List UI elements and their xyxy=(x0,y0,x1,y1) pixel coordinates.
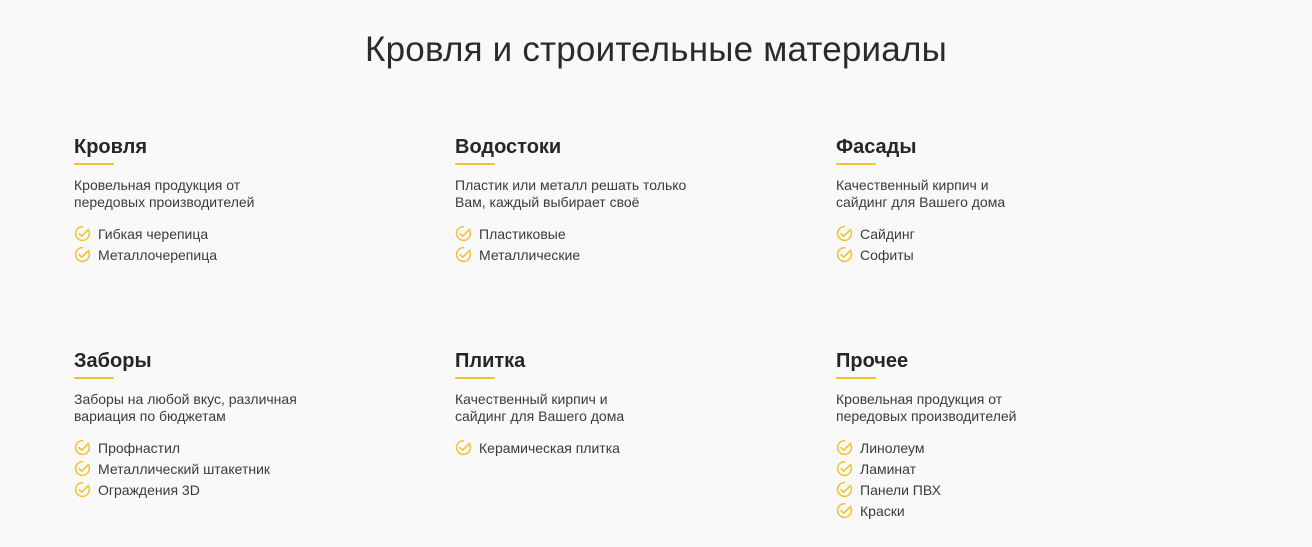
category-underline xyxy=(74,377,114,379)
category-title-link[interactable]: Фасады xyxy=(836,135,916,165)
category-description-line: Вам, каждый выбирает своё xyxy=(455,193,640,210)
category-item-link[interactable]: Керамическая плитка xyxy=(455,437,755,458)
check-circle-icon xyxy=(74,439,91,456)
check-circle-icon xyxy=(836,460,853,477)
category-items-list: Пластиковые Металлические xyxy=(455,223,755,265)
category-item-label: Профнастил xyxy=(98,439,181,456)
category-title-link[interactable]: Плитка xyxy=(455,349,525,379)
category-items-list: Линолеум Ламинат Панели ПВХ Краски xyxy=(836,437,1136,521)
category-underline xyxy=(455,377,495,379)
category-item-link[interactable]: Ламинат xyxy=(836,458,1136,479)
category-item-label: Керамическая плитка xyxy=(479,439,620,456)
category-description: Кровельная продукция от передовых произв… xyxy=(74,177,314,210)
category-underline xyxy=(836,377,876,379)
category-description-line: Кровельная продукция от xyxy=(74,177,241,193)
check-circle-icon xyxy=(836,439,853,456)
category-item-label: Линолеум xyxy=(860,439,925,456)
page-title: Кровля и строительные материалы xyxy=(365,30,947,69)
check-circle-icon xyxy=(836,502,853,519)
category-other: Прочее Кровельная продукция от передовых… xyxy=(836,349,1136,521)
category-title-link[interactable]: Прочее xyxy=(836,349,908,379)
category-title-text: Водостоки xyxy=(455,136,562,158)
category-title-text: Фасады xyxy=(836,136,917,158)
check-circle-icon xyxy=(74,481,91,498)
category-description: Заборы на любой вкус, различная вариация… xyxy=(74,391,314,424)
category-item-link[interactable]: Панели ПВХ xyxy=(836,479,1136,500)
category-item-label: Панели ПВХ xyxy=(860,481,941,498)
check-circle-icon xyxy=(74,460,91,477)
category-item-label: Софиты xyxy=(860,246,914,263)
check-circle-icon xyxy=(836,481,853,498)
category-description-line: Кровельная продукция от xyxy=(836,391,1003,407)
category-item-label: Ограждения 3D xyxy=(98,481,200,498)
category-items-list: Керамическая плитка xyxy=(455,437,755,458)
category-description-line: Качественный кирпич и xyxy=(455,391,608,407)
category-facades: Фасады Качественный кирпич и сайдинг для… xyxy=(836,135,1136,265)
category-description-line: Пластик или металл решать только xyxy=(455,177,687,193)
category-item-label: Гибкая черепица xyxy=(98,225,209,242)
category-roofing: Кровля Кровельная продукция от передовых… xyxy=(74,135,374,265)
category-description-line: сайдинг для Вашего дома xyxy=(455,407,625,424)
category-description: Кровельная продукция от передовых произв… xyxy=(836,391,1076,424)
category-item-label: Металлочерепица xyxy=(98,246,218,263)
category-title-link[interactable]: Водостоки xyxy=(455,135,561,165)
category-item-link[interactable]: Пластиковые xyxy=(455,223,755,244)
category-item-link[interactable]: Краски xyxy=(836,500,1136,521)
category-item-link[interactable]: Линолеум xyxy=(836,437,1136,458)
category-item-label: Ламинат xyxy=(860,460,917,477)
category-title-text: Плитка xyxy=(455,350,526,372)
check-circle-icon xyxy=(455,439,472,456)
category-item-label: Сайдинг xyxy=(860,225,915,242)
category-item-link[interactable]: Ограждения 3D xyxy=(74,479,374,500)
check-circle-icon xyxy=(74,246,91,263)
category-item-link[interactable]: Софиты xyxy=(836,244,1136,265)
category-description: Качественный кирпич и сайдинг для Вашего… xyxy=(836,177,1076,210)
category-description-line: сайдинг для Вашего дома xyxy=(836,193,1006,210)
category-description: Пластик или металл решать только Вам, ка… xyxy=(455,177,695,210)
category-description-line: передовых производителей xyxy=(836,407,1017,424)
category-underline xyxy=(836,163,876,165)
category-title-link[interactable]: Кровля xyxy=(74,135,147,165)
category-title-link[interactable]: Заборы xyxy=(74,349,152,379)
category-item-link[interactable]: Металлические xyxy=(455,244,755,265)
check-circle-icon xyxy=(836,246,853,263)
check-circle-icon xyxy=(455,225,472,242)
category-gutters: Водостоки Пластик или металл решать толь… xyxy=(455,135,755,265)
category-item-label: Пластиковые xyxy=(479,225,566,242)
category-item-label: Краски xyxy=(860,502,905,519)
category-description-line: передовых производителей xyxy=(74,193,255,210)
category-item-label: Металлический штакетник xyxy=(98,460,271,477)
category-item-link[interactable]: Металлический штакетник xyxy=(74,458,374,479)
category-items-list: Профнастил Металлический штакетник Ограж… xyxy=(74,437,374,500)
category-description: Качественный кирпич и сайдинг для Вашего… xyxy=(455,391,695,424)
category-description-line: Заборы на любой вкус, различная xyxy=(74,391,297,407)
category-title-text: Заборы xyxy=(74,350,152,372)
category-tiles: Плитка Качественный кирпич и сайдинг для… xyxy=(455,349,755,458)
category-underline xyxy=(74,163,114,165)
category-underline xyxy=(455,163,495,165)
category-description-line: Качественный кирпич и xyxy=(836,177,989,193)
category-item-label: Металлические xyxy=(479,246,581,263)
category-description-line: вариация по бюджетам xyxy=(74,407,226,424)
category-fences: Заборы Заборы на любой вкус, различная в… xyxy=(74,349,374,500)
check-circle-icon xyxy=(455,246,472,263)
check-circle-icon xyxy=(836,225,853,242)
category-item-link[interactable]: Металлочерепица xyxy=(74,244,374,265)
category-item-link[interactable]: Сайдинг xyxy=(836,223,1136,244)
category-item-link[interactable]: Профнастил xyxy=(74,437,374,458)
category-items-list: Сайдинг Софиты xyxy=(836,223,1136,265)
check-circle-icon xyxy=(74,225,91,242)
category-title-text: Кровля xyxy=(74,136,148,158)
category-title-text: Прочее xyxy=(836,350,909,372)
category-item-link[interactable]: Гибкая черепица xyxy=(74,223,374,244)
category-items-list: Гибкая черепица Металлочерепица xyxy=(74,223,374,265)
